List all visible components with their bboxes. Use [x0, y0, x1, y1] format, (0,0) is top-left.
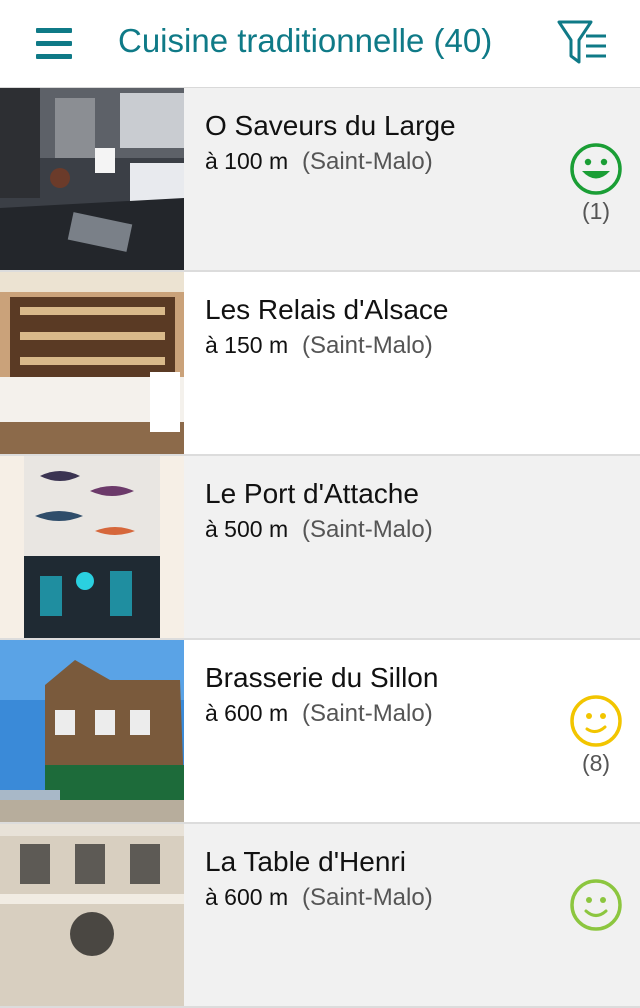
big-smile-icon [569, 142, 623, 196]
list-item[interactable]: Les Relais d'Alsace à 150 m (Saint-Malo) [0, 272, 640, 456]
restaurant-city: (Saint-Malo) [302, 700, 433, 727]
restaurant-photo [0, 456, 184, 638]
hamburger-menu-icon[interactable] [36, 28, 72, 60]
restaurant-city: (Saint-Malo) [302, 332, 433, 359]
restaurant-name: O Saveurs du Large [205, 110, 456, 141]
restaurant-name: Brasserie du Sillon [205, 662, 439, 693]
restaurant-name: La Table d'Henri [205, 846, 406, 877]
smile-icon [569, 694, 623, 748]
restaurant-distance: à 600 m [205, 700, 289, 726]
restaurant-name: Les Relais d'Alsace [205, 294, 449, 325]
restaurant-distance: à 150 m [205, 332, 289, 358]
restaurant-city: (Saint-Malo) [302, 148, 433, 175]
list-item[interactable]: O Saveurs du Large à 100 m (Saint-Malo) … [0, 88, 640, 272]
restaurant-city: (Saint-Malo) [302, 884, 433, 911]
restaurant-photo [0, 272, 184, 454]
app-bar: Cuisine traditionnelle (40) [0, 0, 640, 88]
list-item[interactable]: Le Port d'Attache à 500 m (Saint-Malo) [0, 456, 640, 640]
smile-icon [569, 878, 623, 932]
restaurant-distance: à 500 m [205, 516, 289, 542]
restaurant-distance: à 100 m [205, 148, 289, 174]
filter-icon[interactable] [556, 18, 608, 68]
rating-count: (8) [581, 750, 611, 776]
restaurant-city: (Saint-Malo) [302, 516, 433, 543]
restaurant-list: O Saveurs du Large à 100 m (Saint-Malo) … [0, 88, 640, 1008]
restaurant-photo [0, 88, 184, 270]
list-item[interactable]: La Table d'Henri à 600 m (Saint-Malo) [0, 824, 640, 1008]
list-item[interactable]: Brasserie du Sillon à 600 m (Saint-Malo)… [0, 640, 640, 824]
restaurant-distance: à 600 m [205, 884, 289, 910]
restaurant-name: Le Port d'Attache [205, 478, 419, 509]
restaurant-photo [0, 640, 184, 822]
restaurant-photo [0, 824, 184, 1006]
rating-count: (1) [581, 198, 611, 224]
page-title: Cuisine traditionnelle (40) [118, 22, 493, 59]
